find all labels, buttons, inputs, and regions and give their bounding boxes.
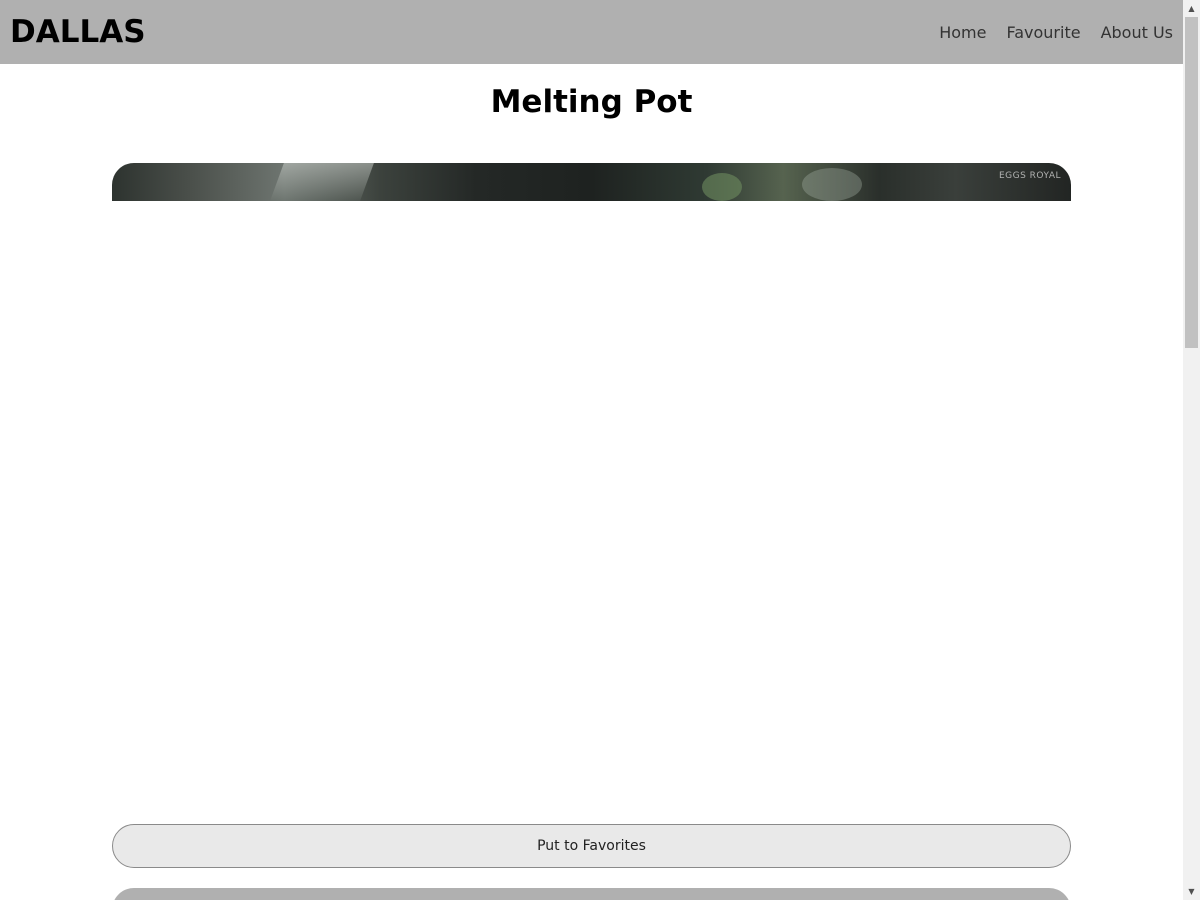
nav-favourite-link[interactable]: Favourite: [1006, 23, 1080, 42]
scrollbar-thumb[interactable]: [1185, 17, 1198, 348]
put-to-favorites-button[interactable]: Put to Favorites: [112, 824, 1071, 868]
page-title: Melting Pot: [490, 84, 693, 120]
brand-logo[interactable]: DALLAS: [10, 14, 146, 50]
photo-highlight: [702, 173, 742, 201]
nav-about-us-link[interactable]: About Us: [1101, 23, 1173, 42]
scroll-up-arrow-icon[interactable]: ▲: [1183, 0, 1200, 17]
vertical-scrollbar[interactable]: ▲ ▼: [1183, 0, 1200, 900]
photo-highlight: [270, 163, 374, 201]
photo-sign-text: EGGS ROYAL: [998, 171, 1061, 181]
scroll-down-arrow-icon[interactable]: ▼: [1183, 883, 1200, 900]
next-section-bar: [112, 888, 1071, 900]
top-navbar: DALLAS Home Favourite About Us: [0, 0, 1183, 64]
main-nav: Home Favourite About Us: [939, 23, 1173, 42]
restaurant-photo: EGGS ROYAL: [112, 163, 1071, 201]
nav-home-link[interactable]: Home: [939, 23, 986, 42]
photo-highlight: [802, 168, 862, 201]
